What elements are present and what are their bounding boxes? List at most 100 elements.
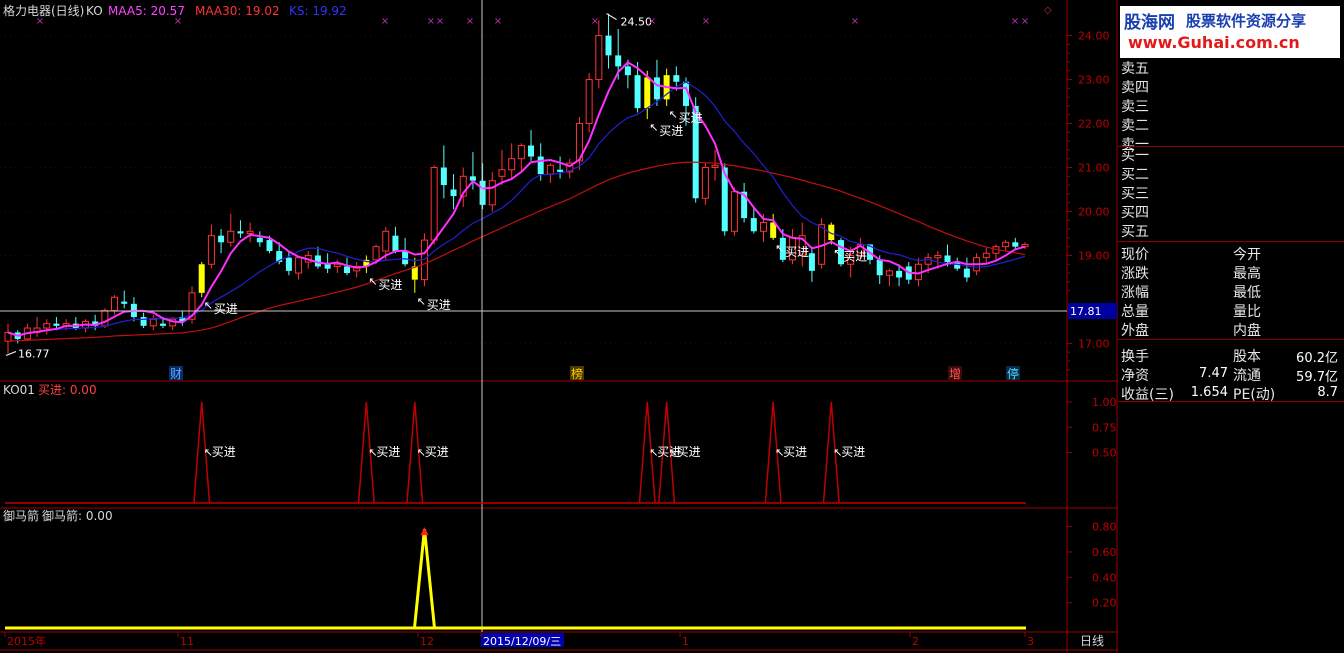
sell-level-2: 卖二 (1121, 118, 1149, 134)
y-tick-label: 17.00 (1078, 337, 1110, 350)
candle-body[interactable] (382, 230, 390, 252)
candle-body[interactable] (121, 301, 128, 304)
quote-value: 7.47 (1199, 366, 1228, 381)
event-x-marker: × (381, 16, 389, 27)
candle-body[interactable] (266, 240, 273, 252)
sell-level-4: 卖四 (1121, 80, 1149, 96)
candle-body[interactable] (53, 323, 60, 326)
candle-body[interactable] (673, 75, 680, 82)
quote-key: 今开 (1233, 247, 1261, 263)
candle-body[interactable] (333, 263, 341, 267)
candle-body[interactable] (295, 257, 303, 274)
candle-body[interactable] (924, 257, 932, 265)
candle-body[interactable] (372, 246, 380, 261)
x-axis-label: 1 (682, 635, 689, 648)
event-x-marker: × (851, 16, 859, 27)
candle-body[interactable] (246, 230, 254, 234)
candle-body[interactable] (634, 75, 641, 109)
candle-body[interactable] (644, 77, 651, 109)
candle-body[interactable] (759, 221, 767, 232)
candle-body[interactable] (488, 180, 496, 206)
buy-level-4: 买四 (1121, 205, 1149, 221)
yumajian-tick-label: 0.20 (1092, 597, 1117, 610)
candle-body[interactable] (343, 266, 351, 274)
quote-key: 现价 (1121, 247, 1149, 263)
candle-body[interactable] (528, 145, 535, 157)
candle-body[interactable] (557, 169, 564, 172)
quote-panel: 股海网 股票软件资源分享 www.Guhai.com.cn (1118, 0, 1344, 653)
candle-body[interactable] (1002, 241, 1010, 248)
candle-body[interactable] (624, 66, 631, 76)
event-badge-label: 停 (1007, 366, 1019, 381)
y-tick-label: 19.00 (1078, 249, 1110, 262)
event-x-marker: × (466, 16, 474, 27)
logo-url: www.Guhai.com.cn (1128, 33, 1300, 52)
candle-body[interactable] (885, 270, 893, 276)
candle-body[interactable] (227, 230, 235, 243)
buy-arrow: ↖ (368, 275, 377, 288)
candle-body[interactable] (256, 237, 263, 243)
candle-body[interactable] (237, 231, 244, 234)
candle-body[interactable] (808, 253, 815, 271)
candle-body[interactable] (324, 264, 331, 269)
ko01-buy-label: 买进 (783, 445, 807, 459)
buy-signal-label: 买进 (843, 249, 867, 263)
candle-body[interactable] (546, 164, 554, 175)
candle-body[interactable] (149, 318, 157, 327)
candle-body[interactable] (479, 180, 486, 205)
event-badge-label: 榜 (571, 366, 583, 381)
candle-body[interactable] (701, 167, 709, 199)
candle-body[interactable] (944, 255, 951, 263)
candle-body[interactable] (982, 252, 990, 259)
candle-body[interactable] (498, 169, 506, 177)
candle-body[interactable] (207, 235, 215, 265)
candle-body[interactable] (450, 189, 457, 197)
candle-body[interactable] (876, 259, 883, 276)
quote-key: 涨跌 (1121, 266, 1149, 282)
candle-body[interactable] (730, 191, 738, 232)
candle-body[interactable] (537, 156, 544, 175)
candle-body[interactable] (508, 158, 516, 171)
quote-value: 59.7亿 (1296, 370, 1338, 385)
candle-body[interactable] (605, 35, 612, 56)
quote-key: 外盘 (1121, 323, 1149, 339)
candle-body[interactable] (963, 268, 970, 278)
candle-body[interactable] (285, 257, 292, 271)
candle-body[interactable] (402, 251, 409, 265)
candle-body[interactable] (934, 254, 942, 259)
candle-body[interactable] (218, 235, 225, 243)
yumajian-title: 御马箭 (3, 508, 39, 523)
candle-body[interactable] (711, 164, 719, 169)
chart-background (0, 0, 1118, 653)
candle-body[interactable] (1012, 242, 1019, 247)
candle-body[interactable] (430, 167, 438, 241)
quote-separator (1118, 241, 1344, 242)
period-label: 日线 (1080, 634, 1104, 648)
candle-body[interactable] (750, 218, 757, 232)
x-axis-label: 2015/12/09/三 (483, 635, 561, 648)
x-axis-label: 3 (1027, 635, 1034, 648)
buy-signal-label: 买进 (427, 298, 451, 312)
event-x-marker: × (591, 16, 599, 27)
candle-body[interactable] (585, 79, 593, 125)
candle-body[interactable] (43, 323, 51, 329)
candle-body[interactable] (896, 270, 903, 278)
quote-key: 总量 (1121, 304, 1149, 320)
candle-body[interactable] (140, 317, 147, 326)
buy-arrow: ↖ (649, 121, 658, 134)
candle-body[interactable] (615, 55, 622, 67)
candle-body[interactable] (595, 35, 603, 81)
candle-body[interactable] (440, 167, 447, 186)
candle-body[interactable] (517, 145, 525, 160)
logo-tagline: 股票软件资源分享 (1186, 12, 1307, 30)
ko01-tick-label: 0.75 (1092, 421, 1117, 434)
event-x-marker: × (436, 16, 444, 27)
candle-body[interactable] (111, 296, 119, 311)
candle-body[interactable] (159, 323, 166, 326)
buy-arrow: ↖ (775, 242, 784, 255)
min-price-label: 16.77 (18, 348, 50, 361)
site-logo: 股海网 股票软件资源分享 www.Guhai.com.cn (1120, 6, 1340, 58)
candle-body[interactable] (653, 77, 660, 100)
candle-body[interactable] (198, 264, 205, 293)
candle-body[interactable] (392, 235, 399, 252)
